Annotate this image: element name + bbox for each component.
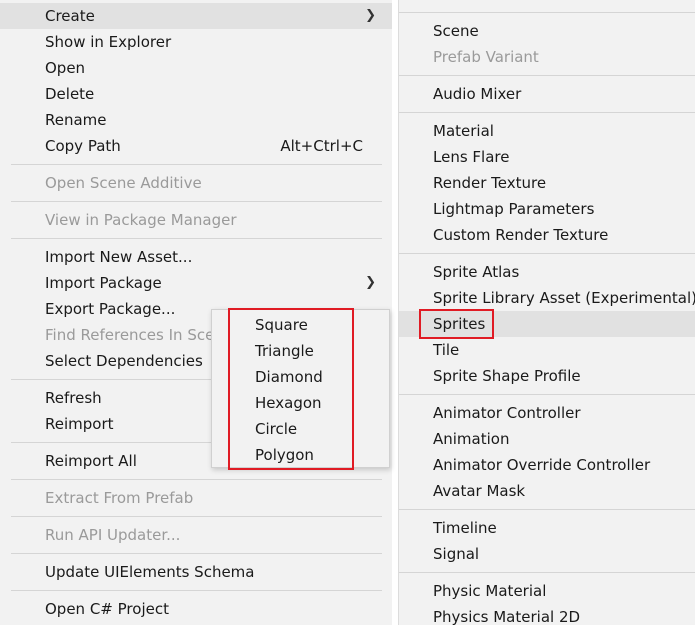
menu-item-label: Delete [45,85,95,103]
menu-separator [11,164,382,165]
menu-item-label: Animation [433,430,510,448]
menu-item-label: Scene [433,22,479,40]
menu-item-show-in-explorer[interactable]: Show in Explorer [0,29,392,55]
menu-item-audio-mixer[interactable]: Audio Mixer [399,81,695,107]
menu-item-label: View in Package Manager [45,211,237,229]
menu-separator [399,394,695,395]
menu-item-physic-material[interactable]: Physic Material [399,578,695,604]
shortcut-label: Alt+Ctrl+C [280,137,363,155]
menu-separator [11,590,382,591]
menu-item-view-in-package-manager: View in Package Manager [0,207,392,233]
menu-item-label: Physics Material 2D [433,608,581,626]
menu-item-label: Extract From Prefab [45,489,194,507]
menu-item-extract-from-prefab: Extract From Prefab [0,485,392,511]
menu-separator [399,572,695,573]
menu-item-import-package[interactable]: Import Package ❯ [0,270,392,296]
menu-separator [399,253,695,254]
menu-item-label: Physic Material [433,582,547,600]
menu-item-lens-flare[interactable]: Lens Flare [399,144,695,170]
menu-item-label: Lightmap Parameters [433,200,595,218]
menu-item-custom-render-texture[interactable]: Custom Render Texture [399,222,695,248]
menu-item-run-api-updater: Run API Updater... [0,522,392,548]
chevron-right-icon: ❯ [365,8,376,23]
menu-item-create[interactable]: Create ❯ [0,3,392,29]
menu-item-label: Material [433,122,494,140]
menu-item-label: Animator Override Controller [433,456,651,474]
menu-separator [11,516,382,517]
menu-item-label: Render Texture [433,174,547,192]
menu-item-label: Copy Path [45,137,121,155]
menu-item-delete[interactable]: Delete [0,81,392,107]
menu-item-label: Update UIElements Schema [45,563,255,581]
menu-separator [11,238,382,239]
menu-separator [399,75,695,76]
menu-item-sprite-library-asset[interactable]: Sprite Library Asset (Experimental) [399,285,695,311]
menu-item-label: Tile [433,341,460,359]
menu-item-label: Reimport [45,415,114,433]
menu-item-label: Sprite Shape Profile [433,367,581,385]
highlight-box-sprites-item [419,309,494,339]
menu-item-timeline[interactable]: Timeline [399,515,695,541]
menu-separator [399,112,695,113]
menu-item-rename[interactable]: Rename [0,107,392,133]
menu-separator [11,201,382,202]
menu-item-label: Show in Explorer [45,33,172,51]
menu-item-open[interactable]: Open [0,55,392,81]
menu-item-label: Lens Flare [433,148,510,166]
highlight-box-sprite-shapes [228,308,354,470]
menu-item-label: Signal [433,545,480,563]
menu-item-label: Import Package [45,274,162,292]
menu-item-signal[interactable]: Signal [399,541,695,567]
menu-item-label: Import New Asset... [45,248,193,266]
menu-item-render-texture[interactable]: Render Texture [399,170,695,196]
menu-item-label: Find References In Scene [45,326,234,344]
menu-item-sprite-atlas[interactable]: Sprite Atlas [399,259,695,285]
menu-item-tile[interactable]: Tile [399,337,695,363]
menu-item-animation[interactable]: Animation [399,426,695,452]
menu-item-label: Export Package... [45,300,176,318]
menu-item-prefab-variant: Prefab Variant [399,44,695,70]
menu-item-label: Refresh [45,389,102,407]
menu-item-label: Sprite Library Asset (Experimental) [433,289,695,307]
menu-item-physics-material-2d[interactable]: Physics Material 2D [399,604,695,630]
menu-item-copy-path[interactable]: Copy Path Alt+Ctrl+C [0,133,392,159]
menu-item-animator-controller[interactable]: Animator Controller [399,400,695,426]
menu-item-open-scene-additive: Open Scene Additive [0,170,392,196]
menu-item-label: Rename [45,111,107,129]
menu-item-lightmap-parameters[interactable]: Lightmap Parameters [399,196,695,222]
menu-item-label: Audio Mixer [433,85,522,103]
menu-item-label: Sprite Atlas [433,263,520,281]
menu-separator [399,509,695,510]
menu-item-label: Open Scene Additive [45,174,202,192]
menu-item-label: Reimport All [45,452,137,470]
menu-item-material[interactable]: Material [399,118,695,144]
menu-item-label: Select Dependencies [45,352,203,370]
menu-separator [11,479,382,480]
menu-item-animator-override-controller[interactable]: Animator Override Controller [399,452,695,478]
chevron-right-icon: ❯ [365,275,376,290]
menu-item-avatar-mask[interactable]: Avatar Mask [399,478,695,504]
menu-item-scene[interactable]: Scene [399,18,695,44]
menu-item-label: Timeline [433,519,497,537]
menu-separator [399,12,695,13]
menu-item-label: Custom Render Texture [433,226,609,244]
menu-item-label: Run API Updater... [45,526,181,544]
menu-item-import-new-asset[interactable]: Import New Asset... [0,244,392,270]
menu-item-label: Open C# Project [45,600,169,618]
menu-item-update-uielements-schema[interactable]: Update UIElements Schema [0,559,392,585]
menu-item-label: Prefab Variant [433,48,539,66]
menu-separator [11,553,382,554]
menu-item-open-csharp-project[interactable]: Open C# Project [0,596,392,622]
menu-item-label: Create [45,7,95,25]
menu-item-sprite-shape-profile[interactable]: Sprite Shape Profile [399,363,695,389]
menu-item-label: Animator Controller [433,404,581,422]
menu-item-label: Avatar Mask [433,482,526,500]
menu-item-label: Open [45,59,86,77]
